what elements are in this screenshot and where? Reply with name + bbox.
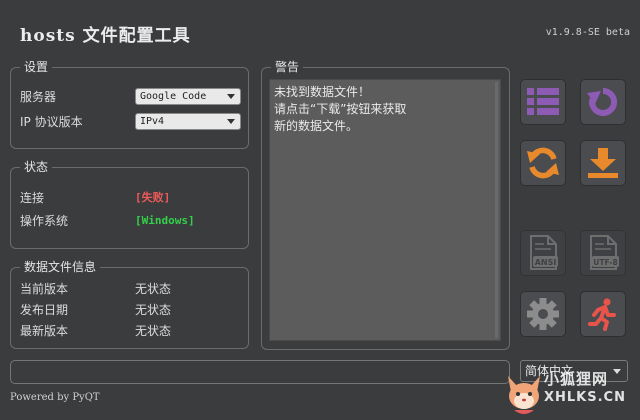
chevron-down-icon (227, 119, 235, 124)
utf8-label: UTF-8 (593, 258, 617, 267)
status-group: 状态 连接 [失败] 操作系统 [Windows] (10, 159, 249, 249)
fox-logo-icon (508, 376, 540, 414)
release-date-value: 无状态 (135, 303, 172, 317)
ip-version-label: IP 协议版本 (20, 115, 83, 129)
current-version-value: 无状态 (135, 282, 172, 296)
watermark: 小狐狸网 XHLKS.CN (498, 366, 640, 420)
latest-version-value: 无状态 (135, 324, 172, 338)
server-select-value: Google Code (140, 91, 207, 102)
ip-version-select-value: IPv4 (140, 116, 165, 127)
gear-icon (527, 298, 559, 330)
ansi-file-icon: ANSI (530, 235, 558, 270)
warning-line: 请点击“下载”按钮来获取 (274, 102, 407, 116)
warning-line: 未找到数据文件！ (274, 85, 371, 99)
export-ansi-button[interactable]: ANSI (520, 230, 566, 276)
connection-status: [失败] (135, 191, 171, 204)
settings-group-title: 设置 (20, 59, 53, 75)
sync-icon (527, 147, 559, 179)
functions-button[interactable] (520, 79, 566, 125)
list-icon (527, 88, 559, 115)
settings-button[interactable] (520, 291, 566, 337)
connection-label: 连接 (20, 191, 45, 205)
server-select[interactable]: Google Code (135, 88, 241, 105)
download-icon (588, 148, 618, 178)
latest-version-label: 最新版本 (20, 324, 69, 338)
watermark-text-cn: 小狐狸网 (544, 370, 609, 388)
download-button[interactable] (580, 140, 626, 186)
export-utf8-button[interactable]: UTF-8 (580, 230, 626, 276)
exit-button[interactable] (580, 291, 626, 337)
app-title: hosts 文件配置工具 (20, 26, 191, 46)
progress-bar (10, 360, 510, 384)
app-version: v1.9.8-SE beta (545, 27, 630, 38)
utf8-file-icon: UTF-8 (590, 235, 619, 270)
release-date-label: 发布日期 (20, 303, 69, 317)
current-version-label: 当前版本 (20, 282, 69, 296)
watermark-text-en: XHLKS.CN (544, 390, 626, 405)
rotate-icon (587, 87, 618, 116)
chevron-down-icon (227, 94, 235, 99)
status-group-title: 状态 (20, 159, 53, 175)
warning-line: 新的数据文件。 (274, 119, 359, 133)
os-label: 操作系统 (20, 214, 69, 228)
ansi-label: ANSI (535, 258, 557, 267)
server-label: 服务器 (20, 90, 57, 104)
scrollbar[interactable] (495, 82, 498, 338)
datafile-group: 数据文件信息 当前版本 无状态 发布日期 无状态 最新版本 无状态 (10, 259, 249, 349)
warning-message-box[interactable]: 未找到数据文件！ 请点击“下载”按钮来获取 新的数据文件。 (269, 79, 501, 341)
runner-icon (588, 298, 616, 331)
refresh-button[interactable] (580, 79, 626, 125)
warning-group-title: 警告 (271, 59, 304, 75)
os-status: [Windows] (135, 214, 195, 227)
datafile-group-title: 数据文件信息 (20, 259, 101, 275)
footer-credit: Powered by PyQT (10, 392, 100, 403)
settings-group: 设置 服务器 Google Code IP 协议版本 IPv4 (10, 59, 249, 149)
update-button[interactable] (520, 140, 566, 186)
ip-version-select[interactable]: IPv4 (135, 113, 241, 130)
